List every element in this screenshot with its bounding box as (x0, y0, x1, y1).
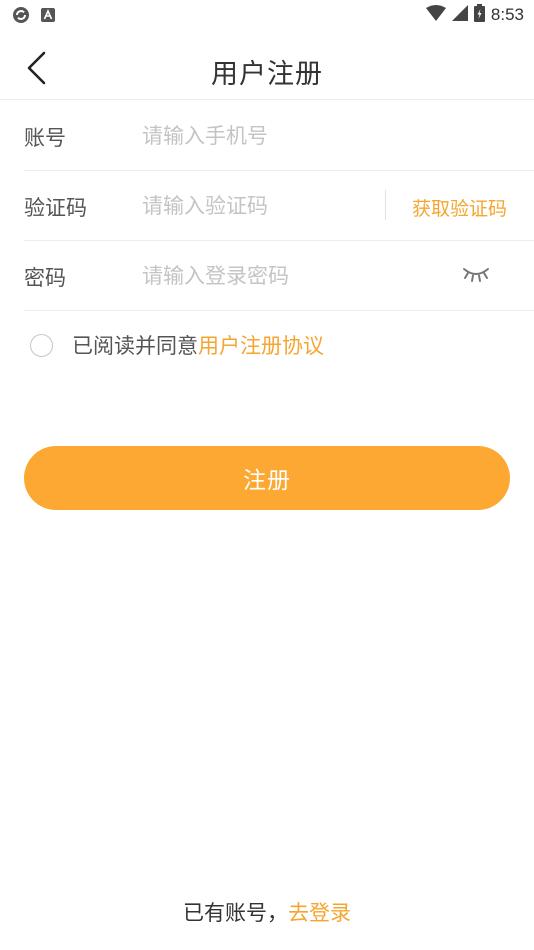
agreement-link[interactable]: 用户注册协议 (198, 330, 324, 360)
account-label: 账号 (24, 126, 66, 150)
go-login-link[interactable]: 去登录 (288, 901, 351, 925)
password-label: 密码 (24, 266, 66, 290)
status-time: 8:53 (490, 5, 524, 24)
battery-charging-icon (473, 4, 485, 26)
agreement-row: 已阅读并同意 用户注册协议 (30, 330, 324, 360)
eye-closed-icon (462, 265, 490, 287)
agreement-checkbox[interactable] (30, 333, 53, 357)
password-visibility-toggle[interactable] (460, 265, 492, 287)
status-bar-left (12, 6, 56, 28)
login-prompt: 已有账号，去登录 (0, 897, 534, 927)
password-row: 密码 (24, 241, 534, 311)
register-button-label: 注册 (243, 468, 291, 494)
register-button[interactable]: 注册 (24, 446, 510, 510)
nav-bar: 用户注册 (0, 38, 534, 100)
account-row: 账号 (24, 101, 534, 171)
status-bar-right: 8:53 (425, 4, 524, 26)
wifi-icon (425, 5, 446, 25)
agreement-text: 已阅读并同意 (72, 334, 198, 358)
page-title: 用户注册 (211, 59, 323, 90)
verification-label: 验证码 (24, 196, 87, 220)
sync-icon (12, 6, 30, 28)
get-code-button[interactable]: 获取验证码 (412, 194, 507, 221)
vertical-divider (385, 190, 386, 220)
verification-code-input[interactable] (142, 189, 372, 223)
phone-input[interactable] (142, 119, 502, 153)
status-bar: 8:53 (0, 0, 534, 30)
cell-signal-icon (451, 5, 468, 25)
login-prompt-text: 已有账号， (183, 901, 288, 925)
password-input[interactable] (142, 259, 442, 293)
verification-row: 验证码 获取验证码 (24, 171, 534, 241)
a-notification-icon (40, 7, 56, 27)
